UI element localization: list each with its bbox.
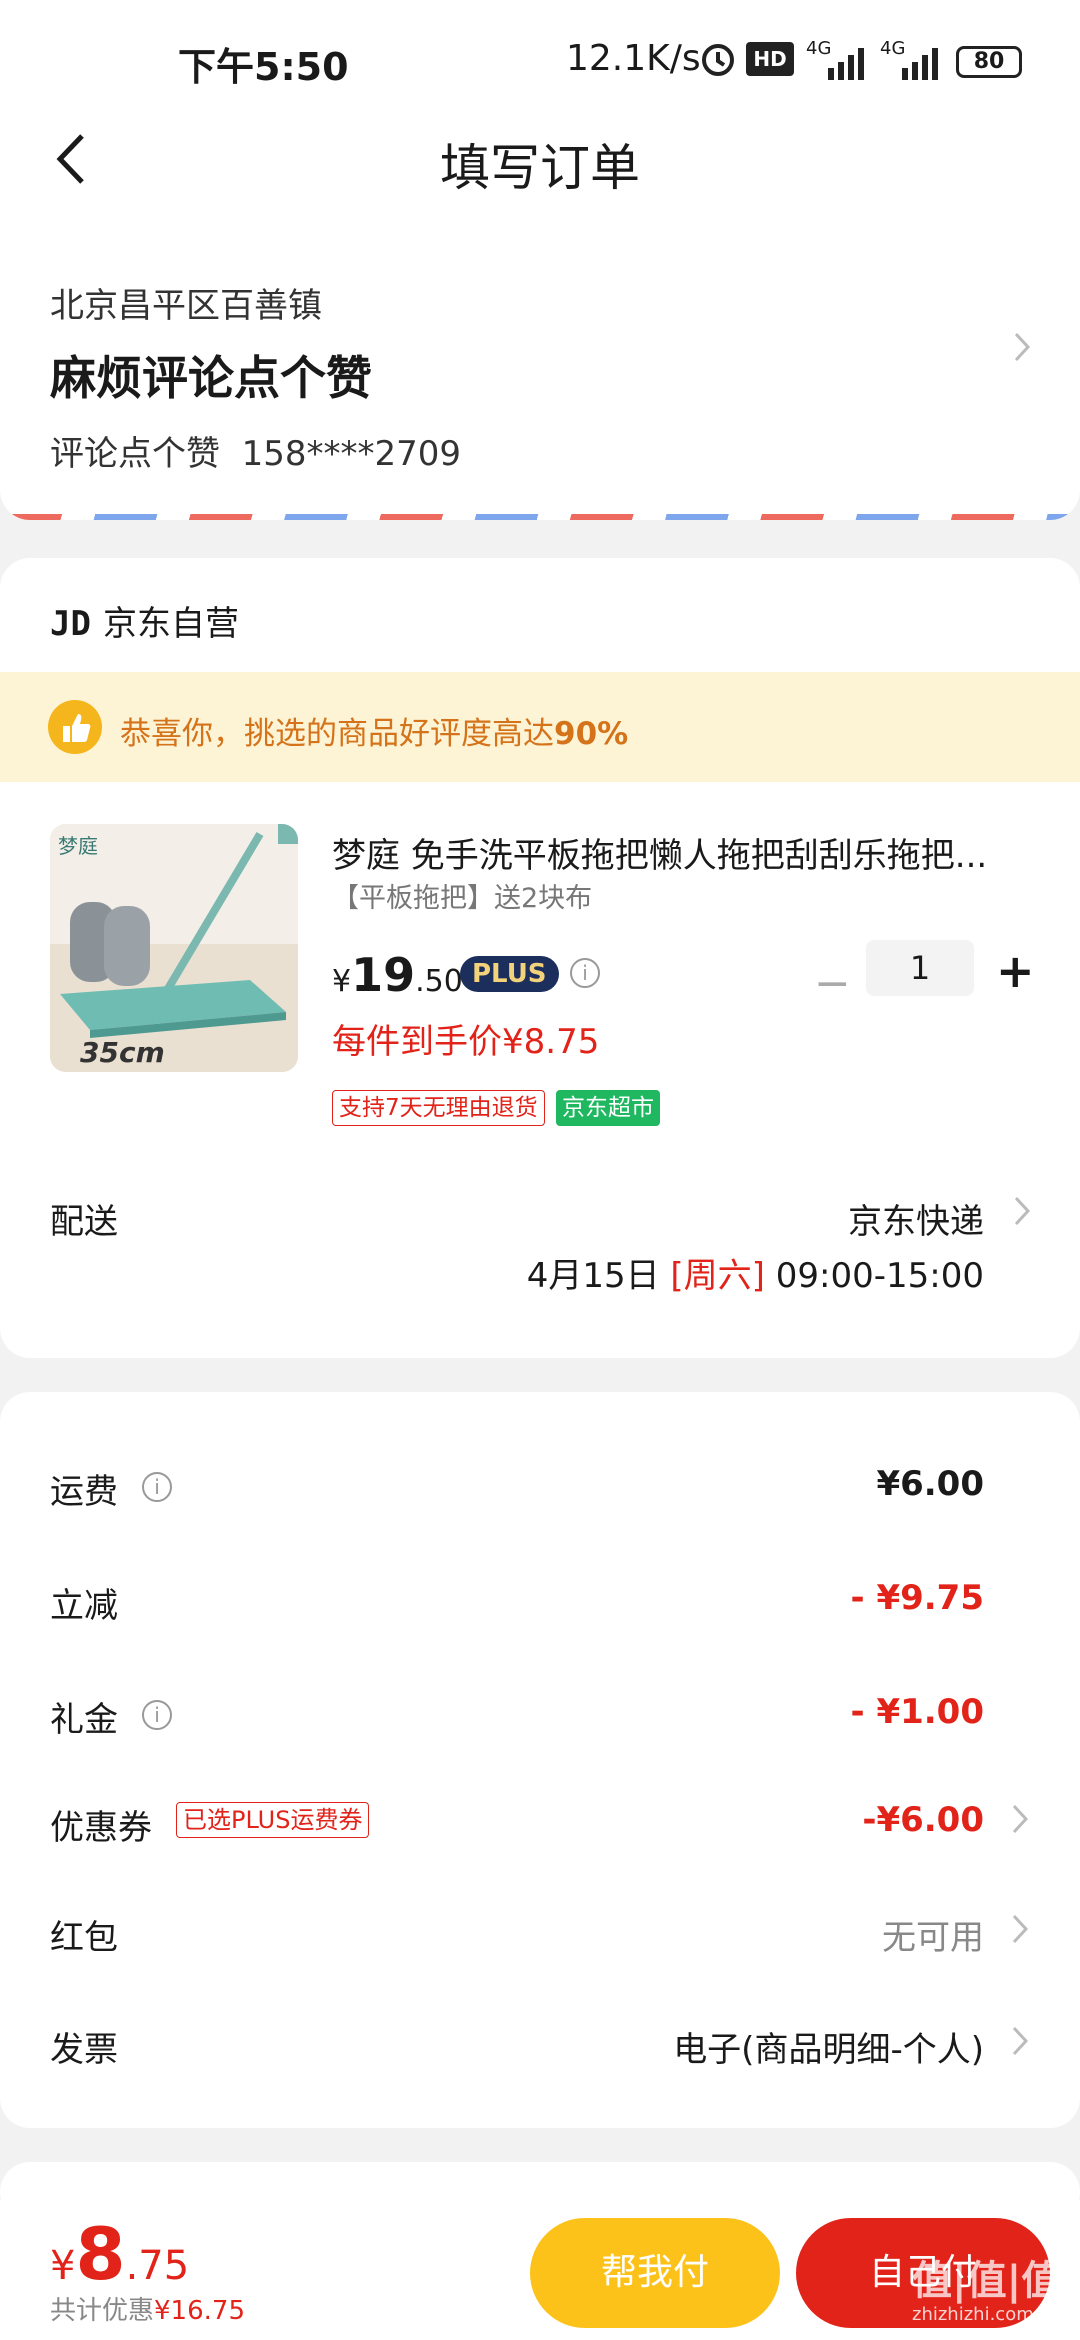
product-price: ¥19.50 <box>332 948 463 1002</box>
quantity-minus-button[interactable]: − <box>814 958 851 1009</box>
discount-label: 立减 <box>50 1586 118 1626</box>
help-pay-button[interactable]: 帮我付 <box>530 2218 780 2328</box>
contact-name: 评论点个赞 <box>50 434 220 474</box>
chevron-right-icon <box>1014 332 1031 362</box>
quantity-input[interactable]: 1 <box>866 940 974 996</box>
total-price: ¥8.75 <box>50 2212 189 2296</box>
total-saved: 共计优惠¥16.75 <box>50 2290 245 2327</box>
gift-money-row: 礼金 i - ¥1.00 <box>50 1692 1030 1752</box>
coupon-row[interactable]: 优惠券 已选PLUS运费券 -¥6.00 <box>50 1800 1030 1860</box>
red-packet-value: 无可用 <box>882 1918 984 1958</box>
coupon-value: -¥6.00 <box>862 1800 984 1840</box>
saved-value: ¥16.75 <box>154 2296 245 2326</box>
price-currency: ¥ <box>332 964 352 999</box>
product-image-size: 35cm <box>80 1036 165 1069</box>
gift-money-value: - ¥1.00 <box>850 1692 985 1732</box>
shipping-time: 09:00-15:00 <box>775 1256 984 1296</box>
product-name[interactable]: 梦庭 免手洗平板拖把懒人拖把刮刮乐拖把... <box>332 828 1032 877</box>
discount-row: 立减 - ¥9.75 <box>50 1578 1030 1638</box>
alarm-icon <box>702 44 734 76</box>
cost-summary-card: 运费 i ¥6.00 立减 - ¥9.75 礼金 i - ¥1.00 优惠券 已… <box>0 1392 1080 2128</box>
shipping-fee-label: 运费 <box>50 1472 118 1512</box>
battery-icon: 80 <box>956 46 1022 78</box>
chevron-right-icon <box>1012 2026 1029 2056</box>
rating-percent: 90% <box>554 716 629 752</box>
supermarket-tag: 京东超市 <box>556 1090 660 1126</box>
price-info-icon[interactable]: i <box>570 958 600 988</box>
page-title: 填写订单 <box>440 139 640 197</box>
shipping-fee-row: 运费 i ¥6.00 <box>50 1464 1030 1524</box>
invoice-value: 电子(商品明细-个人) <box>673 2030 984 2070</box>
status-time: 下午5:50 <box>178 45 349 89</box>
status-bar: 下午5:50 12.1K/s HD 4G 4G 80 <box>0 0 1080 120</box>
envelope-stripe <box>0 514 1080 520</box>
rating-text: 恭喜你，挑选的商品好评度高达90% <box>120 708 628 753</box>
shipping-method[interactable]: 京东快递 <box>848 1194 984 1243</box>
address-contact: 评论点个赞 158****2709 <box>50 426 461 475</box>
shipping-date[interactable]: 4月15日 [周六] 09:00-15:00 <box>527 1248 984 1297</box>
jd-logo: JD <box>50 604 91 644</box>
product-image[interactable]: 35cm 梦庭 <box>50 824 298 1072</box>
chevron-right-icon <box>1012 1914 1029 1944</box>
order-item-card: JD 京东自营 恭喜你，挑选的商品好评度高达90% 35cm 梦庭 梦庭 免手洗平… <box>0 558 1080 1358</box>
shipping-label: 配送 <box>50 1202 118 1242</box>
watermark-logo: 值|值|值 <box>912 2258 1062 2304</box>
red-packet-row[interactable]: 红包 无可用 <box>50 1910 1030 1970</box>
total-decimal: .75 <box>125 2243 190 2289</box>
discount-value: - ¥9.75 <box>850 1578 985 1618</box>
gift-money-info-icon[interactable]: i <box>142 1700 172 1730</box>
chevron-right-icon <box>1012 1804 1029 1834</box>
total-integer: 8 <box>75 2212 126 2296</box>
invoice-row[interactable]: 发票 电子(商品明细-个人) <box>50 2022 1030 2082</box>
shop-name: JD 京东自营 <box>50 596 239 645</box>
hd-icon: HD <box>746 42 794 76</box>
total-currency: ¥ <box>50 2243 76 2289</box>
rating-banner: 恭喜你，挑选的商品好评度高达90% <box>0 672 1080 782</box>
quantity-plus-button[interactable]: + <box>996 944 1035 998</box>
address-card[interactable]: 北京昌平区百善镇 麻烦评论点个赞 评论点个赞 158****2709 <box>0 250 1080 520</box>
shipping-fee-value: ¥6.00 <box>876 1464 984 1504</box>
coupon-label: 优惠券 <box>50 1808 152 1848</box>
watermark-url: zhizhizhi.com <box>912 2304 1034 2325</box>
product-image-brand: 梦庭 <box>58 834 98 858</box>
return-policy-tag: 支持7天无理由退货 <box>332 1090 545 1126</box>
per-item-price: 每件到手价¥8.75 <box>332 1022 600 1062</box>
price-integer: 19 <box>351 948 416 1002</box>
invoice-label: 发票 <box>50 2030 118 2070</box>
address-region: 北京昌平区百善镇 <box>50 286 322 326</box>
chevron-right-icon <box>1014 1196 1031 1226</box>
thumbs-up-icon <box>48 700 102 754</box>
gift-money-label: 礼金 <box>50 1700 118 1740</box>
red-packet-label: 红包 <box>50 1918 118 1958</box>
price-decimal: .50 <box>415 964 463 999</box>
signal-icon <box>828 48 864 80</box>
signal-icon-2 <box>902 48 938 80</box>
coupon-selected-tag: 已选PLUS运费券 <box>176 1802 370 1838</box>
plus-badge: PLUS <box>460 956 559 992</box>
shop-label: 京东自营 <box>102 604 239 644</box>
shipping-day: 4月15日 <box>526 1256 660 1296</box>
rating-message: 恭喜你，挑选的商品好评度高达 <box>120 716 554 752</box>
shipping-weekday: [周六] <box>670 1256 765 1296</box>
address-detail: 麻烦评论点个赞 <box>50 351 372 405</box>
product-spec: 【平板拖把】送2块布 <box>332 883 593 914</box>
network-speed: 12.1K/s <box>566 38 701 79</box>
saved-label: 共计优惠 <box>50 2296 155 2326</box>
shipping-fee-info-icon[interactable]: i <box>142 1472 172 1502</box>
contact-phone: 158****2709 <box>241 434 462 474</box>
